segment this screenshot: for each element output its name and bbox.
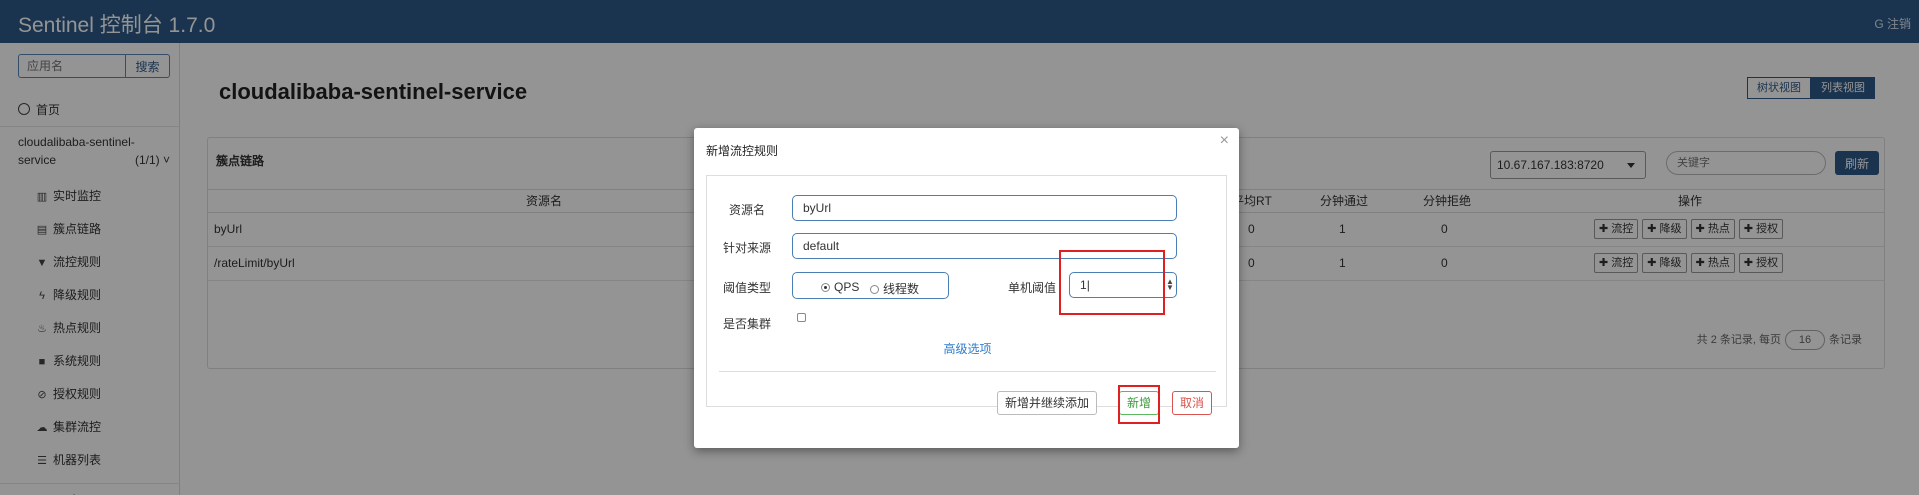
resource-label: 资源名 <box>728 203 765 217</box>
highlight-threshold <box>1059 250 1165 315</box>
radio-thread[interactable]: 线程数 <box>870 280 919 297</box>
radio-checked-icon <box>821 283 830 292</box>
source-label: 针对来源 <box>722 241 771 255</box>
cancel-button[interactable]: 取消 <box>1172 391 1213 415</box>
grade-radio-group: QPS 线程数 <box>792 272 949 299</box>
highlight-add-button <box>1118 385 1160 424</box>
cluster-label: 是否集群 <box>722 317 771 331</box>
grade-label: 阈值类型 <box>722 281 771 295</box>
close-icon[interactable]: × <box>1220 132 1229 150</box>
radio-qps[interactable]: QPS <box>821 280 859 294</box>
cluster-checkbox[interactable] <box>797 313 806 322</box>
dialog-title: 新增流控规则 <box>706 144 779 158</box>
resource-name-field[interactable]: byUrl <box>792 195 1177 221</box>
add-and-continue-button[interactable]: 新增并继续添加 <box>997 391 1098 415</box>
divider <box>719 371 1216 372</box>
advanced-options-link[interactable]: 高级选项 <box>707 340 1228 357</box>
radio-empty-icon <box>870 285 879 294</box>
spinner-icon: ▲ ▼ <box>1166 277 1174 292</box>
